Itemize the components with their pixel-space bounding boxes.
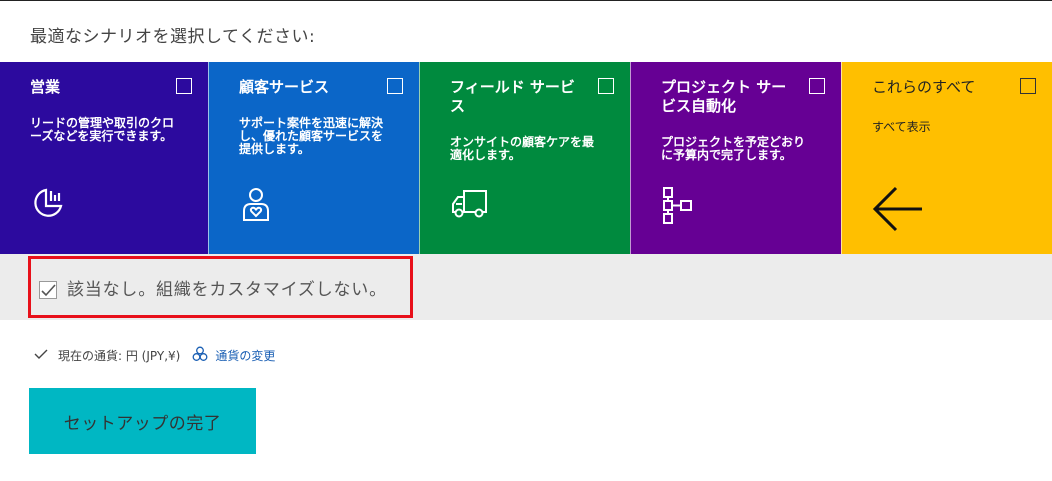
tile-title: フィールド サービス [450, 78, 575, 115]
tile-title: 営業 [30, 78, 61, 96]
org-chart-icon [661, 186, 701, 228]
none-option-label: 該当なし。組織をカスタマイズしない。 [67, 279, 387, 300]
person-heart-icon [239, 186, 275, 228]
tile-title: プロジェクト サービス自動化 [661, 78, 787, 115]
tile-checkbox[interactable] [598, 78, 614, 94]
chart-icon [30, 186, 66, 226]
tile-description: リードの管理や取引のクローズなどを実行できます。 [30, 116, 175, 143]
tile-checkbox[interactable] [387, 78, 403, 94]
change-currency-link[interactable]: 通貨の変更 [215, 347, 275, 364]
tile-checkbox[interactable] [176, 78, 192, 94]
tile-project-service-automation[interactable]: プロジェクト サービス自動化 プロジェクトを予定どおりに予算内で完了します。 [630, 62, 841, 254]
tile-title: 顧客サービス [239, 78, 330, 96]
none-option-row: 該当なし。組織をカスタマイズしない。 [0, 254, 1052, 320]
check-icon [34, 349, 48, 363]
tile-field-service[interactable]: フィールド サービス オンサイトの顧客ケアを最適化します。 [419, 62, 630, 254]
scenario-prompt: 最適なシナリオを選択してください: [30, 27, 316, 47]
scenario-tiles: 営業 リードの管理や取引のクローズなどを実行できます。 顧客サービス サポート案… [0, 62, 1052, 254]
truck-icon [450, 186, 490, 224]
none-option-checkbox[interactable] [39, 281, 57, 299]
top-border [0, 0, 1052, 1]
tile-checkbox[interactable] [1020, 78, 1036, 94]
tile-description: すべて表示 [872, 120, 931, 134]
arrow-left-icon [872, 186, 924, 236]
tile-description: オンサイトの顧客ケアを最適化します。 [450, 135, 595, 162]
current-currency: 現在の通貨: 円 (JPY,¥) [58, 349, 181, 363]
tile-description: プロジェクトを予定どおりに予算内で完了します。 [661, 135, 806, 162]
tile-all-of-these[interactable]: これらのすべて すべて表示 [841, 62, 1052, 254]
tile-checkbox[interactable] [809, 78, 825, 94]
currency-row: 現在の通貨: 円 (JPY,¥) 通貨の変更 [34, 346, 275, 365]
tile-title: これらのすべて [872, 78, 976, 96]
tile-sales[interactable]: 営業 リードの管理や取引のクローズなどを実行できます。 [0, 62, 208, 254]
none-option-highlight[interactable]: 該当なし。組織をカスタマイズしない。 [28, 256, 413, 318]
finish-setup-button[interactable]: セットアップの完了 [29, 388, 256, 454]
coins-icon [192, 346, 208, 365]
tile-customer-service[interactable]: 顧客サービス サポート案件を迅速に解決し、優れた顧客サービスを提供します。 [208, 62, 419, 254]
tile-description: サポート案件を迅速に解決し、優れた顧客サービスを提供します。 [239, 116, 384, 156]
